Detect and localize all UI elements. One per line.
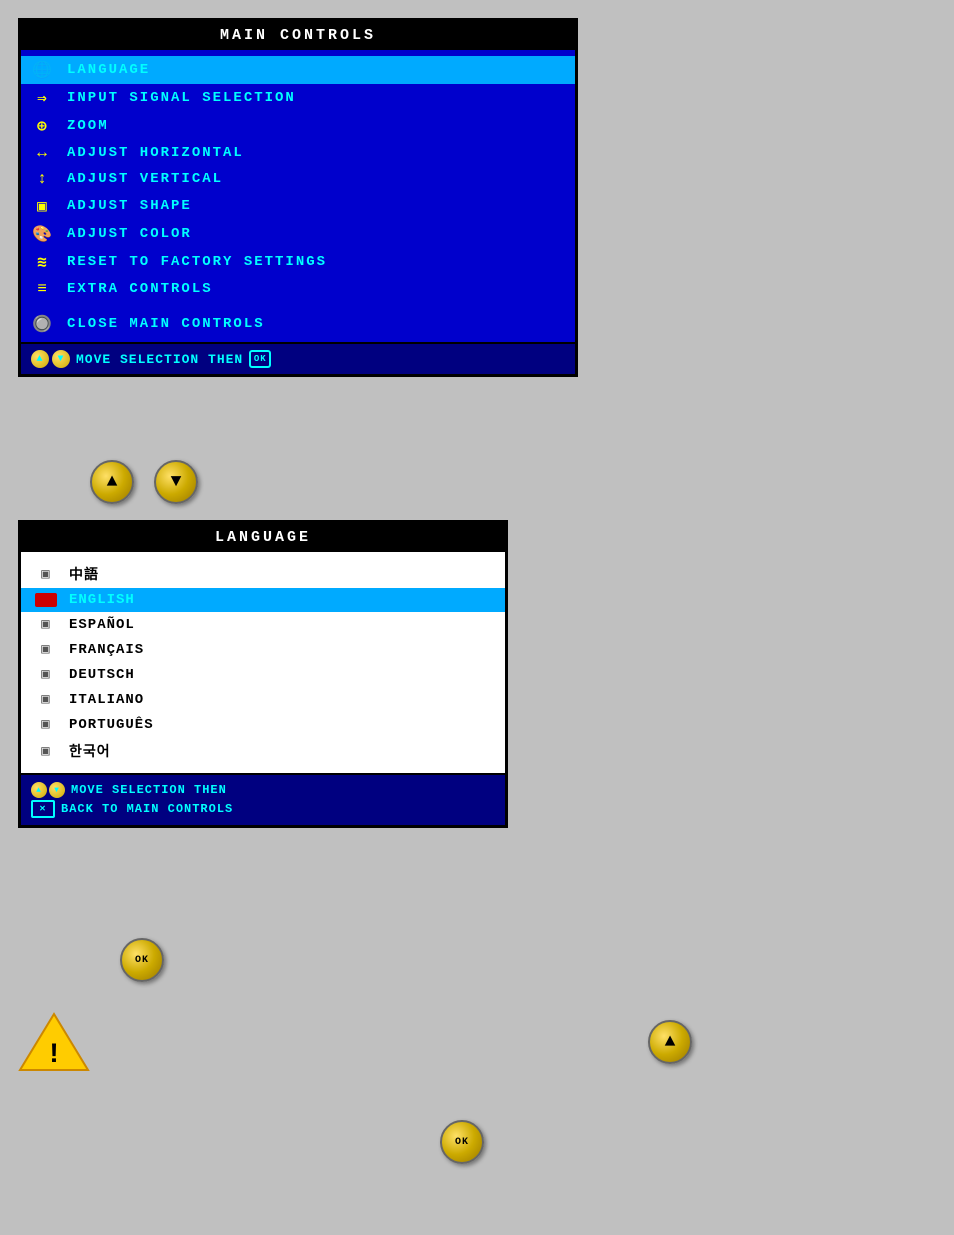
ok-button-bc-icon[interactable]: OK — [440, 1120, 484, 1164]
ok-bc-label: OK — [455, 1137, 469, 1148]
lang-item-it[interactable]: ▣ ITALIANO — [21, 687, 505, 712]
shape-icon: ▣ — [31, 196, 55, 216]
input-signal-icon: ⇒ — [31, 88, 55, 108]
lang-bottom-line1: ▲ ▼ MOVE SELECTION THEN — [31, 782, 495, 798]
lang-bottom-text2: BACK TO MAIN CONTROLS — [61, 802, 233, 816]
extra-controls-icon: ≡ — [31, 280, 55, 298]
language-list: ▣ 中語 ENGLISH ▣ ESPAÑOL ▣ FRANÇAIS ▣ DEUT… — [21, 552, 505, 773]
lang-bottom-text1: MOVE SELECTION THEN — [71, 783, 227, 797]
lang-icon-ko: ▣ — [35, 743, 57, 760]
lang-item-es[interactable]: ▣ ESPAÑOL — [21, 612, 505, 637]
lang-item-en[interactable]: ENGLISH — [21, 588, 505, 612]
lang-bottom-line2: ✕ BACK TO MAIN CONTROLS — [31, 800, 495, 818]
close-icon: 🔘 — [31, 314, 55, 334]
back-ok-icon: ✕ — [31, 800, 55, 818]
lang-label-it: ITALIANO — [69, 692, 144, 708]
warning-triangle-svg: ! — [18, 1010, 90, 1074]
main-controls-panel: MAIN CONTROLS 🌐 LANGUAGE ⇒ INPUT SIGNAL … — [18, 18, 578, 377]
lang-label-es: ESPAÑOL — [69, 617, 135, 633]
menu-item-adjust-color[interactable]: 🎨 ADJUST COLOR — [21, 220, 575, 248]
lang-item-de[interactable]: ▣ DEUTSCH — [21, 662, 505, 687]
move-icons: ▲ ▼ — [31, 782, 65, 798]
lang-label-ko: 한국어 — [69, 741, 111, 761]
lang-icon-es: ▣ — [35, 616, 57, 633]
lang-icon-en — [35, 593, 57, 607]
zoom-icon: ⊕ — [31, 116, 55, 136]
menu-item-input-signal[interactable]: ⇒ INPUT SIGNAL SELECTION — [21, 84, 575, 112]
language-bottom-bar: ▲ ▼ MOVE SELECTION THEN ✕ BACK TO MAIN C… — [21, 773, 505, 825]
ok-button-bottom-center[interactable]: OK — [440, 1120, 484, 1164]
lang-item-fr[interactable]: ▣ FRANÇAIS — [21, 637, 505, 662]
menu-item-adjust-vertical[interactable]: ↕ ADJUST VERTICAL — [21, 166, 575, 192]
menu-item-adjust-shape[interactable]: ▣ ADJUST SHAPE — [21, 192, 575, 220]
menu-item-reset-factory-label: RESET TO FACTORY SETTINGS — [67, 254, 327, 270]
menu-item-zoom-label: ZOOM — [67, 118, 109, 134]
lang-label-fr: FRANÇAIS — [69, 642, 144, 658]
lang-icon-it: ▣ — [35, 691, 57, 708]
bottom-bar-text: MOVE SELECTION THEN — [76, 352, 243, 367]
main-controls-title: MAIN CONTROLS — [21, 21, 575, 50]
color-icon: 🎨 — [31, 224, 55, 244]
main-controls-bottom-bar: ▲ ▼ MOVE SELECTION THEN OK — [21, 342, 575, 374]
reset-icon: ≋ — [31, 252, 55, 272]
menu-item-zoom[interactable]: ⊕ ZOOM — [21, 112, 575, 140]
ok-button-icon[interactable]: OK — [120, 938, 164, 982]
up-down-icons: ▲ ▼ — [31, 350, 70, 368]
lang-label-de: DEUTSCH — [69, 667, 135, 683]
menu-item-adjust-vertical-label: ADJUST VERTICAL — [67, 171, 223, 187]
lang-icon-de: ▣ — [35, 666, 57, 683]
menu-item-language-label: LANGUAGE — [67, 62, 150, 78]
close-main-controls-label: CLOSE MAIN CONTROLS — [67, 316, 265, 332]
warning-triangle-icon: ! — [18, 1010, 90, 1079]
menu-item-language[interactable]: 🌐 LANGUAGE — [21, 56, 575, 84]
language-panel-title: LANGUAGE — [21, 523, 505, 552]
lang-item-pt[interactable]: ▣ PORTUGUÊS — [21, 712, 505, 737]
nav-arrows-main: ▲ ▼ — [90, 460, 198, 504]
vertical-icon: ↕ — [31, 170, 55, 188]
up-arrow-bottom-right[interactable]: ▲ — [648, 1020, 692, 1064]
down-arrow-button[interactable]: ▼ — [154, 460, 198, 504]
lang-icon-zh: ▣ — [35, 566, 57, 583]
close-main-controls[interactable]: 🔘 CLOSE MAIN CONTROLS — [21, 308, 575, 342]
ok-button-language[interactable]: OK — [120, 938, 164, 982]
lang-item-zh[interactable]: ▣ 中語 — [21, 560, 505, 588]
lang-label-zh: 中語 — [69, 564, 99, 584]
up-arrow-button[interactable]: ▲ — [90, 460, 134, 504]
ok-label: OK — [135, 955, 149, 966]
menu-item-adjust-shape-label: ADJUST SHAPE — [67, 198, 192, 214]
menu-item-input-signal-label: INPUT SIGNAL SELECTION — [67, 90, 296, 106]
lang-label-en: ENGLISH — [69, 592, 135, 608]
menu-item-adjust-horizontal[interactable]: ↔ ADJUST HORIZONTAL — [21, 140, 575, 166]
up-arrow-br-button[interactable]: ▲ — [648, 1020, 692, 1064]
lang-icon-fr: ▣ — [35, 641, 57, 658]
menu-item-extra-controls-label: EXTRA CONTROLS — [67, 281, 213, 297]
ok-icon-inline: OK — [249, 350, 271, 368]
menu-item-adjust-horizontal-label: ADJUST HORIZONTAL — [67, 145, 244, 161]
svg-text:!: ! — [46, 1040, 63, 1071]
lang-icon-pt: ▣ — [35, 716, 57, 733]
menu-item-reset-factory[interactable]: ≋ RESET TO FACTORY SETTINGS — [21, 248, 575, 276]
language-icon: 🌐 — [31, 60, 55, 80]
lang-label-pt: PORTUGUÊS — [69, 717, 154, 733]
language-panel: LANGUAGE ▣ 中語 ENGLISH ▣ ESPAÑOL ▣ FRANÇA… — [18, 520, 508, 828]
menu-item-adjust-color-label: ADJUST COLOR — [67, 226, 192, 242]
menu-items-list: 🌐 LANGUAGE ⇒ INPUT SIGNAL SELECTION ⊕ ZO… — [21, 50, 575, 308]
menu-item-extra-controls[interactable]: ≡ EXTRA CONTROLS — [21, 276, 575, 302]
lang-item-ko[interactable]: ▣ 한국어 — [21, 737, 505, 765]
horizontal-icon: ↔ — [31, 144, 55, 162]
